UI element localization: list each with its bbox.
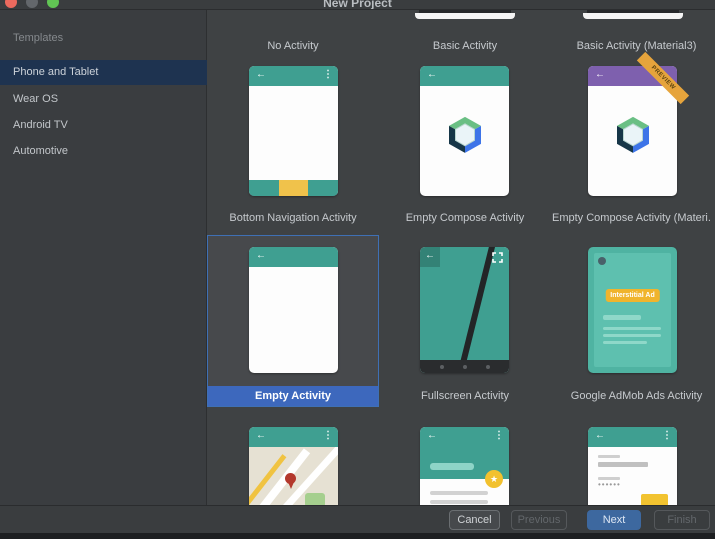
template-grid: No Activity Basic Activity Basic Activit… <box>207 10 715 505</box>
template-label-empty-activity[interactable]: Empty Activity <box>208 386 378 406</box>
map-pin-icon <box>285 473 296 484</box>
back-arrow-icon: ← <box>256 69 266 80</box>
map-park-area <box>305 493 325 505</box>
preview-nav-bar <box>420 360 509 373</box>
template-label-empty-compose-activity-material3[interactable]: Empty Compose Activity (Materi. <box>552 212 715 226</box>
preview-appbar: ← <box>249 247 338 267</box>
window-title: New Project <box>0 0 715 10</box>
kebab-menu-icon: ⋮ <box>323 69 333 80</box>
fab-star-icon: ★ <box>485 470 503 488</box>
jetpack-compose-logo-icon <box>609 111 657 159</box>
template-label-google-admob-ads-activity[interactable]: Google AdMob Ads Activity <box>551 390 715 404</box>
basic-activity-card-edge[interactable] <box>415 10 515 19</box>
template-card-google-admob-ads-activity[interactable]: Interstitial Ad <box>588 247 677 373</box>
finish-button[interactable]: Finish <box>654 510 710 530</box>
preview-appbar: ← ⋮ <box>588 427 677 447</box>
template-tile-empty-activity-selected[interactable]: ← Empty Activity <box>207 235 379 407</box>
back-arrow-icon: ← <box>256 430 266 441</box>
sidebar-item-android-tv[interactable]: Android TV <box>0 113 207 138</box>
preview-fullscreen: ← <box>420 247 509 373</box>
template-label-basic-activity[interactable]: Basic Activity <box>379 40 551 54</box>
sidebar-item-automotive[interactable]: Automotive <box>0 139 207 164</box>
template-card-login-activity[interactable]: ← ⋮ •••••• <box>588 427 677 505</box>
back-square: ← <box>420 247 440 267</box>
template-label-no-activity[interactable]: No Activity <box>207 40 379 54</box>
template-card-scrolling-activity[interactable]: ← ⋮ ★ <box>420 427 509 505</box>
previous-button[interactable]: Previous <box>511 510 567 530</box>
preview-appbar: ← ⋮ <box>249 427 338 447</box>
preview-appbar: ← <box>420 66 509 86</box>
kebab-menu-icon: ⋮ <box>494 430 504 441</box>
sidebar-header: Templates <box>13 32 63 44</box>
back-arrow-icon: ← <box>256 250 266 261</box>
dialog-footer: Cancel Previous Next Finish <box>0 505 715 533</box>
template-card-google-maps-activity[interactable]: ← ⋮ <box>249 427 338 505</box>
next-button[interactable]: Next <box>587 510 641 530</box>
template-label-fullscreen-activity[interactable]: Fullscreen Activity <box>379 390 551 404</box>
template-label-empty-compose-activity[interactable]: Empty Compose Activity <box>379 212 551 226</box>
template-label-bottom-navigation-activity[interactable]: Bottom Navigation Activity <box>207 212 379 226</box>
back-arrow-icon: ← <box>427 69 437 80</box>
login-button-placeholder <box>641 494 668 505</box>
template-card-empty-compose-activity-material3[interactable]: ← PREVIEW <box>588 66 677 196</box>
preview-appbar: ← ⋮ <box>249 66 338 86</box>
kebab-menu-icon: ⋮ <box>323 430 333 441</box>
title-bar: New Project <box>0 0 715 10</box>
password-dots: •••••• <box>598 480 621 489</box>
preview-map <box>249 447 338 505</box>
status-dot <box>598 257 606 265</box>
window-bottom-strip <box>0 533 715 539</box>
sidebar-item-phone-and-tablet[interactable]: Phone and Tablet <box>0 60 207 85</box>
back-arrow-icon: ← <box>425 250 435 261</box>
back-arrow-icon: ← <box>595 69 605 80</box>
template-label-basic-activity-material3[interactable]: Basic Activity (Material3) <box>551 40 715 54</box>
sidebar-item-wear-os[interactable]: Wear OS <box>0 87 207 112</box>
diagonal-stripe <box>453 247 498 373</box>
fullscreen-expand-icon <box>492 252 503 263</box>
template-card-bottom-navigation-activity[interactable]: ← ⋮ <box>249 66 338 196</box>
interstitial-ad-badge: Interstitial Ad <box>605 289 659 302</box>
back-arrow-icon: ← <box>595 430 605 441</box>
preview-admob-panel: Interstitial Ad <box>594 253 671 367</box>
title-placeholder <box>430 463 474 470</box>
basic-activity-material3-card-edge[interactable] <box>583 10 683 19</box>
back-arrow-icon: ← <box>427 430 437 441</box>
jetpack-compose-logo-icon <box>441 111 489 159</box>
template-card-empty-compose-activity[interactable]: ← <box>420 66 509 196</box>
cancel-button[interactable]: Cancel <box>449 510 500 530</box>
preview-bottom-nav <box>249 180 338 196</box>
templates-sidebar: Templates Phone and Tablet Wear OS Andro… <box>0 10 207 505</box>
template-card-fullscreen-activity[interactable]: ← <box>420 247 509 373</box>
kebab-menu-icon: ⋮ <box>662 430 672 441</box>
template-card-empty-activity[interactable]: ← <box>249 247 338 373</box>
